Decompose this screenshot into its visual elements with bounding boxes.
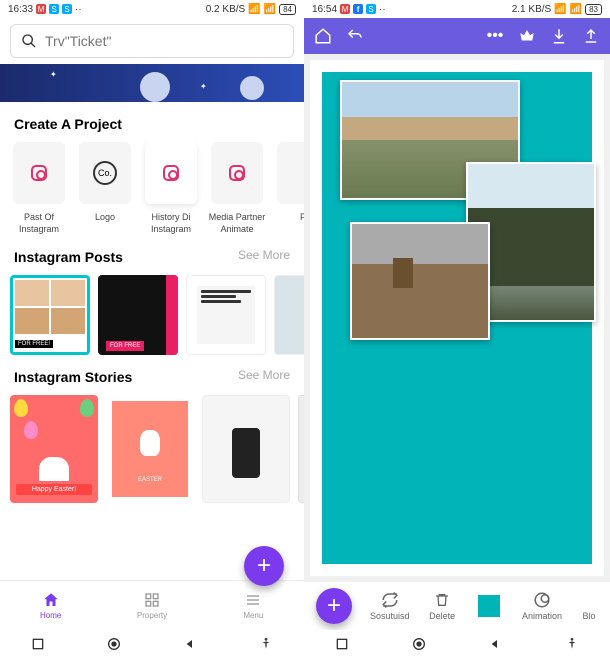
add-element-fab[interactable]: + bbox=[316, 588, 352, 624]
create-project-title: Create A Project bbox=[0, 102, 304, 142]
android-nav bbox=[304, 630, 610, 658]
nav-property[interactable]: Property bbox=[101, 581, 202, 630]
promo-banner[interactable]: ✦ ✦ bbox=[0, 64, 304, 102]
project-more[interactable]: P bbox=[274, 142, 304, 235]
post-template-3[interactable] bbox=[186, 275, 266, 355]
menu-icon bbox=[244, 591, 262, 609]
recent-apps-button[interactable] bbox=[30, 636, 46, 652]
project-media-partner[interactable]: Media Partner Animate bbox=[208, 142, 266, 235]
design-app-home: 16:33 M S S ·· 0.2 KB/S 📶 📶 84 ✦ ✦ Creat… bbox=[0, 0, 304, 658]
project-logo[interactable]: Co. Logo bbox=[76, 142, 134, 235]
post-template-1[interactable]: FOR FREE! bbox=[10, 275, 90, 355]
status-bar: 16:33 M S S ·· 0.2 KB/S 📶 📶 84 bbox=[0, 0, 304, 18]
story-template-3[interactable] bbox=[202, 395, 290, 503]
editor-bottom-bar: + Sosutuisd Delete Animation Blo bbox=[304, 582, 610, 630]
stories-see-more[interactable]: See More bbox=[238, 368, 290, 382]
logo-icon: Co. bbox=[93, 161, 117, 185]
dots-icon: ·· bbox=[379, 4, 386, 15]
instagram-stories-title: Instagram Stories bbox=[0, 355, 146, 395]
wifi-icon: 📶 bbox=[570, 4, 582, 15]
accessibility-button[interactable] bbox=[258, 636, 274, 652]
search-box[interactable] bbox=[10, 24, 294, 58]
replace-action[interactable]: Sosutuisd bbox=[370, 591, 410, 621]
download-button[interactable] bbox=[550, 27, 568, 45]
net-speed: 0.2 KB/S bbox=[206, 4, 245, 15]
trash-icon bbox=[433, 591, 451, 609]
undo-button[interactable] bbox=[346, 27, 364, 45]
pattern-overlay[interactable] bbox=[332, 456, 422, 546]
lock-icon bbox=[580, 591, 598, 609]
recent-apps-button[interactable] bbox=[334, 636, 350, 652]
replace-icon bbox=[381, 591, 399, 609]
animation-action[interactable]: Animation bbox=[522, 591, 562, 621]
story-template-1[interactable]: Happy Easter! bbox=[10, 395, 98, 503]
new-design-fab[interactable]: + bbox=[244, 546, 284, 586]
instagram-icon bbox=[163, 165, 179, 181]
more-options-button[interactable]: ••• bbox=[486, 27, 504, 45]
share-button[interactable] bbox=[582, 27, 600, 45]
post-template-2[interactable]: FOR FREE bbox=[98, 275, 178, 355]
nav-home[interactable]: Home bbox=[0, 581, 101, 630]
accessibility-button[interactable] bbox=[564, 636, 580, 652]
net-speed: 2.1 KB/S bbox=[512, 4, 551, 15]
project-history-instagram[interactable]: History Di Instagram bbox=[142, 142, 200, 235]
color-action[interactable] bbox=[475, 595, 504, 617]
stories-row[interactable]: Happy Easter! EASTER bbox=[0, 395, 304, 503]
editor-home-button[interactable] bbox=[314, 27, 332, 45]
status-bar: 16:54 M f S ·· 2.1 KB/S 📶 📶 83 bbox=[304, 0, 610, 18]
project-past-instagram[interactable]: Past Of Instagram bbox=[10, 142, 68, 235]
bottom-nav: Home Property Menu bbox=[0, 580, 304, 630]
collage-background[interactable] bbox=[322, 72, 592, 564]
wifi-icon: 📶 bbox=[264, 4, 276, 15]
home-button[interactable] bbox=[411, 636, 427, 652]
nav-menu[interactable]: Menu bbox=[203, 581, 304, 630]
signal-icon: 📶 bbox=[554, 4, 566, 15]
editor-toolbar: ••• bbox=[304, 18, 610, 54]
posts-see-more[interactable]: See More bbox=[238, 248, 290, 262]
skype-icon: S bbox=[49, 4, 59, 14]
signal-icon: 📶 bbox=[248, 4, 260, 15]
instagram-icon bbox=[229, 165, 245, 181]
status-time: 16:33 bbox=[8, 4, 33, 15]
skype-icon: S bbox=[366, 4, 376, 14]
battery-icon: 84 bbox=[279, 4, 296, 15]
design-editor: 16:54 M f S ·· 2.1 KB/S 📶 📶 83 ••• bbox=[304, 0, 610, 658]
instagram-posts-title: Instagram Posts bbox=[0, 235, 137, 275]
gmail-icon: M bbox=[36, 4, 46, 14]
canvas-area[interactable] bbox=[304, 54, 610, 582]
design-canvas[interactable] bbox=[310, 60, 604, 576]
post-template-4[interactable] bbox=[274, 275, 304, 355]
block-action[interactable]: Blo bbox=[580, 591, 598, 621]
color-swatch bbox=[478, 595, 500, 617]
search-input[interactable] bbox=[45, 33, 283, 49]
instagram-icon bbox=[31, 165, 47, 181]
battery-icon: 83 bbox=[585, 4, 602, 15]
back-button[interactable] bbox=[182, 636, 198, 652]
android-nav bbox=[0, 630, 304, 658]
project-templates-row[interactable]: Past Of Instagram Co. Logo History Di In… bbox=[0, 142, 304, 235]
skype-icon-2: S bbox=[62, 4, 72, 14]
grid-icon bbox=[143, 591, 161, 609]
animation-icon bbox=[533, 591, 551, 609]
story-template-2[interactable]: EASTER bbox=[106, 395, 194, 503]
status-time: 16:54 bbox=[312, 4, 337, 15]
delete-action[interactable]: Delete bbox=[428, 591, 457, 621]
posts-row[interactable]: FOR FREE! FOR FREE Imna Want Well bbox=[0, 275, 304, 355]
facebook-icon: f bbox=[353, 4, 363, 14]
search-icon bbox=[21, 33, 37, 49]
dots-icon: ·· bbox=[75, 4, 82, 15]
home-icon bbox=[42, 591, 60, 609]
back-button[interactable] bbox=[487, 636, 503, 652]
home-button[interactable] bbox=[106, 636, 122, 652]
premium-button[interactable] bbox=[518, 27, 536, 45]
photo-3[interactable] bbox=[350, 222, 490, 340]
gmail-icon: M bbox=[340, 4, 350, 14]
